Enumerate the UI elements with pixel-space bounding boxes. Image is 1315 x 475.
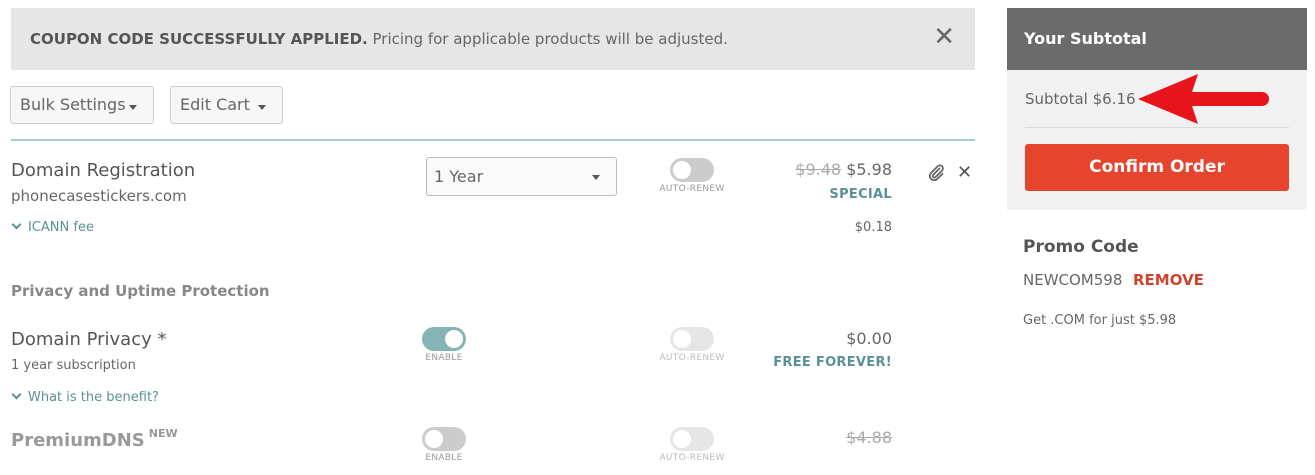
privacy-section-title: Privacy and Uptime Protection <box>11 282 270 300</box>
auto-renew-label: AUTO-RENEW <box>659 353 725 363</box>
caret-down-icon <box>592 175 600 180</box>
toggle-knob <box>673 161 691 179</box>
premium-dns-auto-renew-toggle[interactable] <box>670 427 714 451</box>
auto-renew-label: AUTO-RENEW <box>659 184 725 194</box>
promo-code-value: NEWCOM598 <box>1023 271 1123 289</box>
cart-divider <box>11 139 975 141</box>
coupon-banner-bold: COUPON CODE SUCCESSFULLY APPLIED. <box>30 30 368 48</box>
bulk-settings-label: Bulk Settings <box>20 95 126 114</box>
special-badge: SPECIAL <box>829 187 892 202</box>
domain-new-price: $5.98 <box>846 160 892 179</box>
chevron-down-icon <box>11 389 22 400</box>
domain-old-price: $9.48 <box>795 160 842 179</box>
registration-period-select[interactable]: 1 Year <box>426 157 617 196</box>
chevron-down-icon <box>11 219 22 230</box>
new-superscript: NEW <box>148 427 178 440</box>
benefit-link-label: What is the benefit? <box>28 390 159 405</box>
privacy-auto-renew-toggle[interactable] <box>670 327 714 351</box>
toggle-knob <box>673 330 691 348</box>
remove-item-icon[interactable]: ✕ <box>957 162 972 183</box>
toggle-knob <box>673 430 691 448</box>
annotation-arrow-icon <box>1134 70 1274 132</box>
bulk-settings-dropdown[interactable]: Bulk Settings <box>10 86 154 124</box>
toggle-knob <box>445 330 463 348</box>
domain-auto-renew-toggle[interactable] <box>670 158 714 182</box>
coupon-banner: COUPON CODE SUCCESSFULLY APPLIED. Pricin… <box>11 8 975 70</box>
benefit-toggle[interactable]: What is the benefit? <box>11 389 159 405</box>
premium-dns-title: PremiumDNS NEW <box>11 427 178 451</box>
caret-down-icon <box>258 105 266 110</box>
domain-privacy-title: Domain Privacy * <box>11 329 167 350</box>
subtotal-amount: Subtotal $6.16 <box>1025 90 1136 108</box>
confirm-order-button[interactable]: Confirm Order <box>1025 144 1289 191</box>
remove-promo-link[interactable]: REMOVE <box>1133 271 1204 289</box>
premium-dns-label: PremiumDNS <box>11 430 145 451</box>
free-forever-badge: FREE FOREVER! <box>773 355 892 370</box>
domain-price: $9.48 $5.98 <box>760 160 892 179</box>
promo-code-title: Promo Code <box>1023 237 1139 257</box>
icann-fee-toggle[interactable]: ICANN fee <box>11 219 94 235</box>
enable-label: ENABLE <box>425 453 463 463</box>
privacy-enable-toggle[interactable] <box>422 327 466 351</box>
edit-cart-dropdown[interactable]: Edit Cart <box>170 86 283 124</box>
subtotal-title: Your Subtotal <box>1024 29 1147 48</box>
registration-period-value: 1 Year <box>434 167 484 186</box>
domain-privacy-subtitle: 1 year subscription <box>11 358 136 373</box>
promo-description: Get .COM for just $5.98 <box>1023 313 1177 328</box>
paperclip-icon[interactable] <box>927 163 945 185</box>
coupon-banner-text: Pricing for applicable products will be … <box>367 30 728 48</box>
edit-cart-label: Edit Cart <box>180 95 250 114</box>
subtotal-header: Your Subtotal <box>1007 8 1307 70</box>
domain-name: phonecasestickers.com <box>11 187 187 205</box>
enable-label: ENABLE <box>425 353 463 363</box>
domain-registration-title: Domain Registration <box>11 160 196 181</box>
icann-fee-price: $0.18 <box>854 220 892 235</box>
icann-fee-label: ICANN fee <box>28 220 94 235</box>
coupon-banner-message: COUPON CODE SUCCESSFULLY APPLIED. Pricin… <box>30 30 728 48</box>
premium-dns-enable-toggle[interactable] <box>422 427 466 451</box>
toggle-knob <box>425 430 443 448</box>
privacy-price: $0.00 <box>846 329 892 348</box>
caret-down-icon <box>129 105 137 110</box>
auto-renew-label: AUTO-RENEW <box>659 453 725 463</box>
premium-dns-price: $4.88 <box>846 428 892 447</box>
close-icon[interactable]: ✕ <box>933 24 955 50</box>
